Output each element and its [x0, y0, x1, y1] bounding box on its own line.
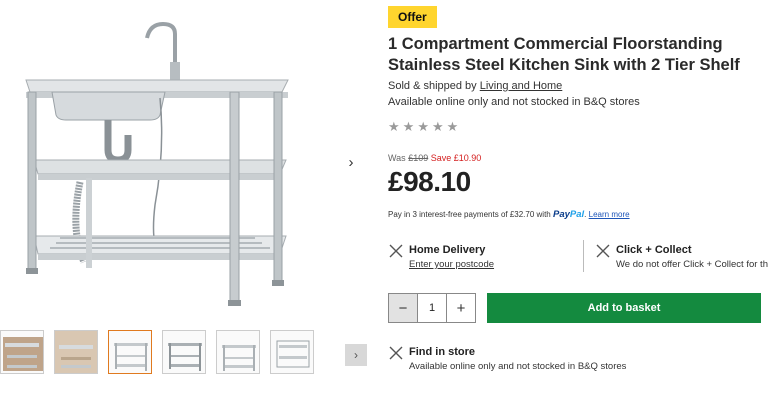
- find-in-store-title: Find in store: [409, 346, 475, 358]
- click-collect-option: Click + Collect We do not offer Click + …: [616, 244, 768, 270]
- thumbnail-5[interactable]: [216, 330, 260, 374]
- unavailable-x-icon: [389, 346, 403, 360]
- paypal-installments: Pay in 3 interest-free payments of £32.7…: [388, 209, 630, 220]
- unavailable-x-icon: [596, 244, 610, 258]
- paypal-dot: .: [584, 210, 587, 219]
- enter-postcode-link[interactable]: Enter your postcode: [409, 259, 494, 270]
- unavailable-x-icon: [389, 244, 403, 258]
- thumbnail-next-button[interactable]: ›: [345, 344, 367, 366]
- quantity-stepper: − 1 +: [388, 293, 476, 323]
- quantity-increase-button[interactable]: +: [446, 294, 475, 322]
- current-price: £98.10: [388, 166, 471, 197]
- star-icon: ★: [417, 119, 429, 134]
- paypal-logo-pay: Pay: [553, 209, 570, 220]
- offer-badge: Offer: [388, 6, 437, 28]
- paypal-learn-more-link[interactable]: Learn more: [589, 210, 630, 219]
- thumbnail-1[interactable]: [0, 330, 44, 374]
- click-collect-title: Click + Collect: [616, 244, 692, 256]
- product-main-image[interactable]: [0, 0, 330, 318]
- was-price-line: Was £109 Save £10.90: [388, 153, 481, 163]
- availability-text: Available online only and not stocked in…: [388, 96, 640, 108]
- thumbnail-4[interactable]: [162, 330, 206, 374]
- home-delivery-title: Home Delivery: [409, 244, 486, 256]
- thumbnail-6[interactable]: [270, 330, 314, 374]
- delivery-divider: [583, 240, 584, 272]
- seller-line: Sold & shipped by Living and Home: [388, 80, 562, 92]
- seller-link[interactable]: Living and Home: [480, 80, 563, 92]
- home-delivery-option: Home Delivery Enter your postcode: [409, 244, 494, 270]
- thumbnail-strip: [0, 330, 314, 374]
- thumbnail-3[interactable]: [108, 330, 152, 374]
- click-collect-note: We do not offer Click + Collect for this: [616, 259, 768, 270]
- quantity-input[interactable]: 1: [418, 294, 446, 322]
- star-icon: ★: [402, 119, 415, 134]
- star-icon: ★: [388, 119, 400, 134]
- paypal-text: Pay in 3 interest-free payments of £32.7…: [388, 210, 551, 219]
- star-icon: ★: [431, 119, 444, 134]
- rating-stars[interactable]: ★ ★ ★ ★ ★: [388, 120, 458, 133]
- product-title: 1 Compartment Commercial Floorstanding S…: [388, 35, 740, 74]
- paypal-logo-pal: Pal: [569, 209, 585, 220]
- star-icon: ★: [446, 119, 459, 134]
- add-to-basket-button[interactable]: Add to basket: [487, 293, 761, 323]
- gallery-next-arrow-icon[interactable]: ›: [343, 152, 359, 172]
- thumbnail-2[interactable]: [54, 330, 98, 374]
- seller-prefix: Sold & shipped by: [388, 80, 477, 92]
- save-amount: Save £10.90: [430, 153, 482, 163]
- was-price: £109: [408, 153, 429, 163]
- quantity-decrease-button[interactable]: −: [389, 294, 418, 322]
- find-in-store-note: Available online only and not stocked in…: [409, 361, 627, 372]
- was-label: Was: [388, 153, 406, 163]
